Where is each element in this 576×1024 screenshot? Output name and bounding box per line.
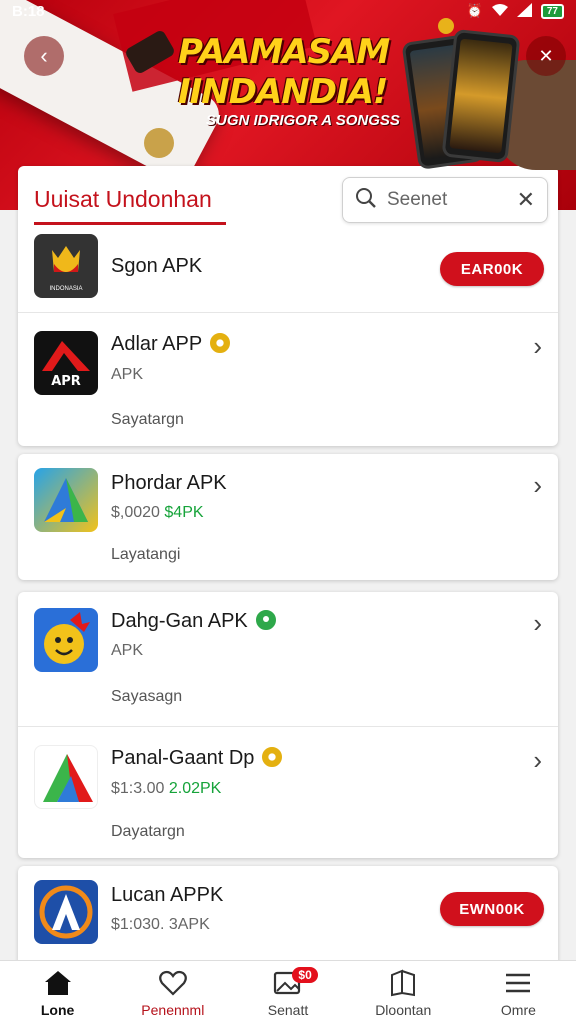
menu-icon [503, 968, 533, 998]
app-card: Dahg-Gan APK APK Sayasagn › Panal-Gaant … [18, 592, 558, 858]
nav-label: Lone [40, 1001, 75, 1018]
app-description: Sayasagn [111, 688, 183, 705]
status-icons: ⏰ 77 [466, 2, 564, 20]
home-icon [43, 968, 73, 998]
nav-favorites[interactable]: Penennml [115, 961, 230, 1024]
app-logo [34, 608, 98, 672]
banner-title: PAAMASAM IINDANDIA! [178, 32, 418, 112]
app-price-row: $,0020 $4PK [111, 504, 204, 522]
app-description: Layatangi [111, 546, 181, 563]
app-name: Dahg-Gan APK [111, 610, 248, 632]
signal-icon [516, 2, 533, 20]
app-card[interactable]: Lucan APPK $1:030. 3APK EWN00K [18, 866, 558, 966]
nav-home[interactable]: Lone [0, 961, 115, 1024]
nav-label: Penennml [141, 1001, 205, 1018]
share-icon: ✕ [538, 45, 554, 66]
app-logo-text: INDONASIA [49, 286, 83, 292]
nav-label: Senatt [267, 1001, 309, 1018]
clear-icon[interactable]: ✕ [517, 187, 535, 213]
wifi-icon [491, 3, 509, 20]
nav-gallery[interactable]: $0 Senatt [230, 961, 345, 1024]
banner-title-line2: IINDANDIA! [178, 72, 388, 112]
verified-badge-icon [262, 746, 283, 767]
app-logo: INDONASIA [34, 234, 98, 298]
chevron-right-icon[interactable]: › [533, 331, 542, 362]
search-box[interactable]: ✕ [342, 177, 548, 223]
app-name-row: Adlar APP [111, 332, 231, 356]
search-input[interactable] [387, 189, 497, 211]
status-time: B:18 [12, 2, 45, 20]
decor-coin [144, 128, 174, 158]
verified-badge-icon [210, 332, 231, 353]
list-item[interactable]: INDONASIA Sgon APK EAR00K [18, 230, 558, 312]
app-name: Panal-Gaant Dp [111, 747, 255, 769]
app-name-row: Dahg-Gan APK [111, 609, 276, 633]
app-name: Lucan APPK [111, 884, 224, 906]
download-button[interactable]: EWN00K [440, 892, 544, 926]
app-description: Dayatargn [111, 823, 185, 840]
search-card: Uuisat Undonhan ✕ INDONASIA Sgon APK EAR… [18, 166, 558, 446]
chevron-right-icon[interactable]: › [533, 608, 542, 639]
chevron-right-icon[interactable]: › [533, 470, 542, 501]
app-card[interactable]: Phordar APK $,0020 $4PK Layatangi › [18, 454, 558, 580]
app-logo [34, 468, 98, 532]
nav-label: Omre [500, 1001, 536, 1018]
list-item[interactable]: Dahg-Gan APK APK Sayasagn › [18, 592, 558, 726]
app-price: $1:3.00 [111, 780, 165, 797]
nav-library[interactable]: Dloontan [346, 961, 461, 1024]
nav-label: Dloontan [375, 1001, 432, 1018]
banner-title-line1: PAAMASAM [178, 32, 390, 72]
book-icon [388, 968, 418, 998]
app-price: $,0020 [111, 504, 160, 521]
bottom-nav: Lone Penennml $0 Senatt Dloontan Omre [0, 960, 576, 1024]
app-logo [34, 880, 98, 944]
notification-badge: $0 [292, 967, 318, 983]
verified-badge-icon [255, 609, 276, 630]
back-button[interactable]: ‹ [24, 36, 64, 76]
alarm-icon: ⏰ [466, 3, 483, 18]
status-bar: B:18 ⏰ 77 [0, 0, 576, 22]
app-type: APK [111, 366, 144, 383]
app-name: Phordar APK [111, 472, 227, 494]
app-name: Adlar APP [111, 333, 203, 355]
share-button[interactable]: ✕ [526, 36, 566, 76]
search-icon [355, 187, 377, 214]
section-title: Uuisat Undonhan [34, 186, 212, 212]
phone-image [441, 28, 521, 164]
banner-subtitle: SUGN IDRIGOR A SONGSS [206, 112, 400, 129]
list-item[interactable]: Panal-Gaant Dp $1:3.00 2.02PK Dayatargn … [18, 726, 558, 858]
heart-icon [158, 968, 188, 998]
app-price-green: $4PK [164, 504, 204, 521]
app-name-row: Panal-Gaant Dp [111, 746, 283, 770]
chevron-left-icon: ‹ [40, 43, 48, 68]
list-item[interactable]: APR Adlar APP APK Sayatargn › [18, 312, 558, 446]
app-price-green: 2.02PK [168, 780, 222, 797]
app-name: Sgon APK [111, 255, 203, 277]
section-underline [34, 222, 226, 225]
app-type: APK [111, 642, 144, 659]
app-logo [34, 745, 98, 809]
nav-more[interactable]: Omre [461, 961, 576, 1024]
app-price-row: $1:3.00 2.02PK [111, 780, 221, 798]
svg-text:APR: APR [51, 374, 81, 389]
download-button[interactable]: EAR00K [440, 252, 544, 286]
app-description: Sayatargn [111, 411, 184, 428]
app-logo: APR [34, 331, 98, 395]
battery-icon: 77 [540, 3, 564, 19]
app-price: $1:030. 3APK [111, 916, 210, 933]
chevron-right-icon[interactable]: › [533, 745, 542, 776]
